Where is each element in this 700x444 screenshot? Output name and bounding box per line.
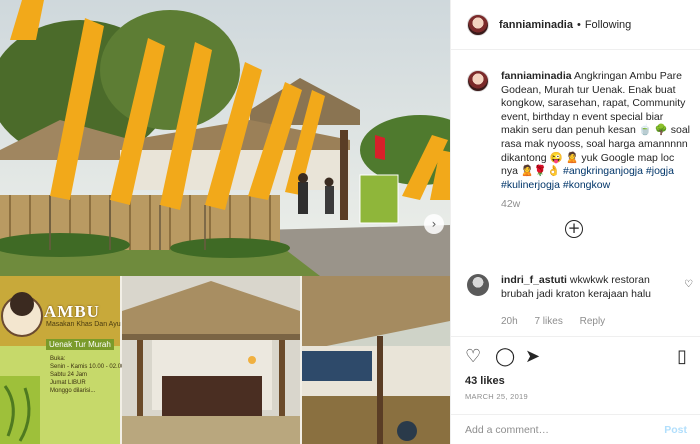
post-media[interactable]: › AMBU Masakan Khas Dan Ayu Uenak Tur Mu…	[0, 0, 450, 444]
banner-info-line: Senin - Kamis 10.00 - 02.00 wib	[50, 364, 136, 370]
post-date: MARCH 25, 2019	[465, 392, 528, 401]
likes-count[interactable]: 43 likes	[465, 375, 687, 387]
action-icons: ♡ ◯ ➤ ▯	[465, 347, 687, 369]
hashtag-link[interactable]: #kulinerjogja	[501, 179, 560, 191]
bookmark-icon[interactable]: ▯	[677, 347, 687, 367]
gazebo-photo	[122, 276, 300, 444]
comment-username[interactable]: indri_f_astuti	[501, 274, 567, 286]
share-icon[interactable]: ➤	[525, 347, 540, 367]
avatar[interactable]	[467, 13, 489, 36]
next-slide-button[interactable]: ›	[424, 214, 444, 234]
post-side-panel: fanniaminadia • Following fanniaminadia …	[450, 0, 700, 444]
heart-icon[interactable]: ♡	[684, 278, 693, 292]
post-header: fanniaminadia • Following	[451, 0, 700, 50]
comment-meta: 20h 7 likes Reply	[501, 315, 693, 329]
comment-icon[interactable]: ◯	[495, 347, 515, 367]
separator-dot: •	[576, 18, 581, 31]
banner-subtitle: Masakan Khas Dan Ayu	[46, 321, 121, 328]
avatar[interactable]	[467, 274, 489, 296]
comment-input[interactable]: Add a comment…	[465, 424, 549, 436]
restaurant-photo	[0, 0, 450, 276]
stage-photo	[302, 276, 450, 444]
author-username[interactable]: fanniaminadia	[499, 19, 573, 31]
hashtag-link[interactable]: #angkringanjogja	[563, 165, 643, 177]
caption-username[interactable]: fanniaminadia	[501, 70, 572, 82]
caption-text: Angkringan Ambu Pare Godean, Murah tur U…	[501, 70, 690, 178]
banner-title: AMBU	[44, 302, 100, 321]
post-button[interactable]: Post	[664, 424, 687, 436]
following-button[interactable]: Following	[585, 19, 631, 31]
banner-info-line: Buka:	[50, 356, 66, 362]
reply-button[interactable]: Reply	[580, 316, 606, 327]
banner-info-line: Jumat LIBUR	[50, 380, 86, 386]
add-comment-bar: Add a comment… Post	[451, 414, 700, 444]
avatar[interactable]	[467, 70, 489, 92]
banner-info-line: Monggo dilarisi...	[50, 388, 96, 394]
hashtag-link[interactable]: #jogja	[646, 165, 674, 177]
main-photo[interactable]: ›	[0, 0, 450, 276]
banner-info-line: Sabtu 24 Jam	[50, 372, 88, 378]
comment-likes[interactable]: 7 likes	[534, 316, 562, 327]
comment-timestamp[interactable]: 20h	[501, 316, 518, 327]
banner-hours: Buka: Senin - Kamis 10.00 - 02.00 wib Sa…	[50, 355, 136, 395]
gazebo-image	[122, 276, 300, 444]
banner-tagline: Uenak Tur Murah	[46, 339, 114, 350]
heart-icon[interactable]: ♡	[465, 347, 481, 367]
stage-image	[302, 276, 450, 444]
comment-text-block: indri_f_astuti wkwkwk restoran brubah ja…	[501, 274, 693, 301]
chevron-right-icon: ›	[431, 217, 437, 231]
caption-text-block: fanniaminadia Angkringan Ambu Pare Godea…	[501, 70, 693, 192]
hashtag-link[interactable]: #kongkow	[563, 179, 610, 191]
caption: fanniaminadia Angkringan Ambu Pare Godea…	[467, 70, 693, 238]
caption-timestamp[interactable]: 42w	[501, 198, 693, 212]
load-more-comments-icon[interactable]: +	[565, 219, 583, 238]
comment-item: indri_f_astuti wkwkwk restoran brubah ja…	[467, 274, 693, 329]
